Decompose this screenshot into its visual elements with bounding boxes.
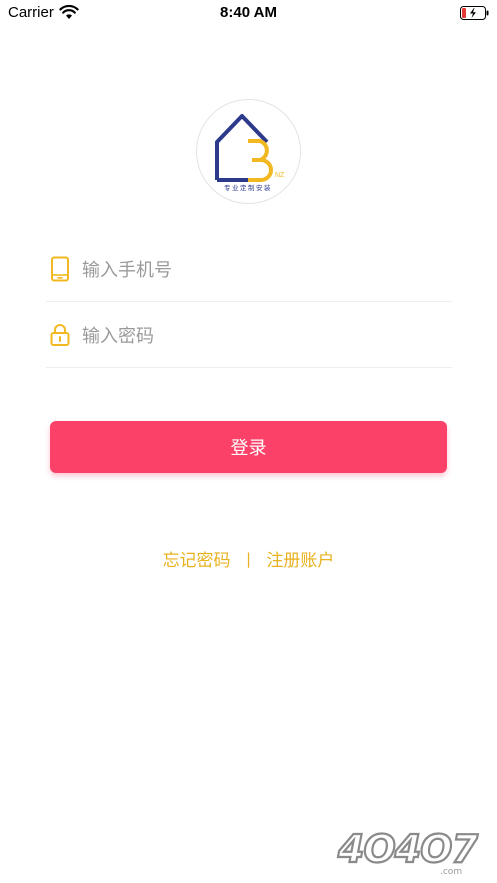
password-field-row	[46, 304, 452, 368]
link-separator: |	[245, 549, 252, 568]
app-logo: NZ 专业定制安装	[196, 99, 301, 204]
watermark-text: 4O4O7	[337, 827, 478, 871]
status-time: 8:40 AM	[220, 4, 277, 21]
login-button[interactable]: 登录	[50, 421, 447, 473]
forgot-password-link[interactable]: 忘记密码	[163, 551, 231, 571]
logo-suffix: NZ	[275, 172, 285, 179]
lock-icon	[50, 324, 70, 346]
status-bar: Carrier 8:40 AM	[0, 0, 497, 26]
logo-tagline: 专业定制安装	[224, 183, 272, 192]
phone-input[interactable]	[82, 252, 442, 288]
password-input[interactable]	[82, 318, 442, 354]
phone-icon	[51, 256, 69, 282]
watermark-suffix: .com	[440, 867, 462, 877]
account-links: 忘记密码 | 注册账户	[0, 546, 497, 572]
phone-field-row	[46, 238, 452, 302]
register-link[interactable]: 注册账户	[266, 551, 334, 571]
battery-icon	[460, 6, 489, 20]
site-watermark: 4O4O7 .com	[336, 826, 481, 877]
